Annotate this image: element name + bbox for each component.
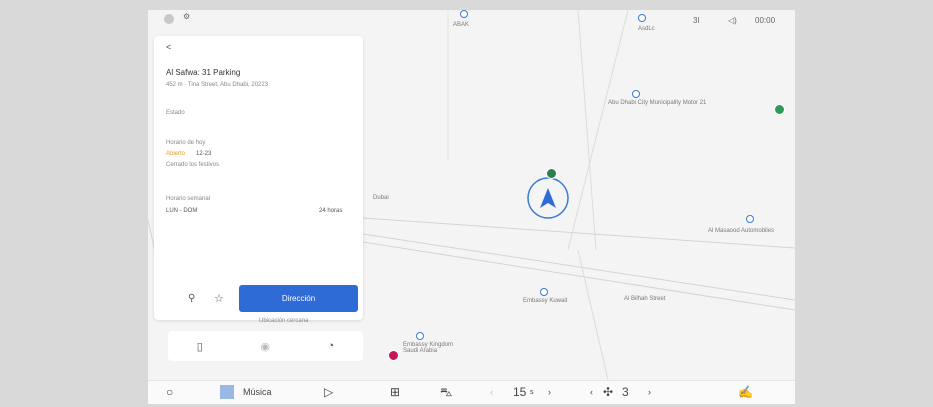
clock: 00:00 bbox=[755, 16, 776, 25]
fan-value: 3 bbox=[622, 385, 629, 399]
map-label: Dubai bbox=[373, 195, 389, 201]
poi-marker[interactable] bbox=[416, 332, 424, 340]
hours-prefix: Abierto bbox=[166, 151, 186, 157]
fan-icon: ✣ bbox=[603, 385, 614, 399]
temp-increase-button[interactable]: › bbox=[548, 387, 551, 397]
temp-left-value: 15 bbox=[513, 385, 527, 399]
settings-icon[interactable]: ⚙ bbox=[183, 12, 190, 21]
search-icon[interactable]: ⚲ bbox=[188, 293, 195, 304]
volume-icon[interactable]: ◁) bbox=[728, 16, 737, 25]
seat-heat-icon[interactable]: ✍ bbox=[738, 385, 753, 399]
map-label: Abu Dhabi City Municipality Motor 21 bbox=[608, 100, 707, 106]
fan-increase-button[interactable]: › bbox=[648, 387, 651, 397]
location-pin-icon[interactable] bbox=[546, 168, 557, 179]
schedule-label: Horario semanal bbox=[166, 196, 211, 202]
map-label: Al Bilhah Street bbox=[624, 296, 666, 302]
poi-marker[interactable] bbox=[540, 288, 548, 296]
bottom-bar: ○ Música ▷ ⊞ ⛍ ‹ 15 s › ‹ ✣ 3 › ✍ bbox=[148, 380, 795, 404]
apps-grid-icon[interactable]: ⊞ bbox=[390, 385, 400, 399]
poi-title: Al Safwa: 31 Parking bbox=[166, 68, 241, 77]
schedule-time: 24 horas bbox=[319, 208, 343, 214]
location-pin-icon[interactable] bbox=[388, 350, 399, 361]
play-icon[interactable]: ▷ bbox=[324, 385, 333, 399]
favorite-star-icon[interactable]: ☆ bbox=[214, 292, 224, 305]
home-icon[interactable]: ○ bbox=[166, 385, 173, 399]
poi-marker[interactable] bbox=[746, 215, 754, 223]
nearby-link[interactable]: Ubicación cercana bbox=[259, 318, 308, 324]
map-label: ABAK bbox=[453, 22, 470, 28]
album-art[interactable] bbox=[220, 385, 234, 399]
poi-address: 452 m · Tina Street, Abu Dhabi, 20223 bbox=[166, 82, 269, 88]
map-label: Embassy Kuwait bbox=[523, 298, 568, 304]
car-display: ABAK AsdLc Abu Dhabi City Municipality M… bbox=[148, 10, 795, 404]
timer-icon[interactable]: ◔ bbox=[328, 340, 335, 352]
map-label: Al Masaood Automobiles bbox=[708, 228, 775, 234]
poi-marker[interactable] bbox=[638, 14, 646, 22]
map-label: AsdLc bbox=[638, 26, 655, 32]
quick-actions: ▯ ◉ ◔ bbox=[168, 331, 363, 361]
hours-note: Cerrado los festivos bbox=[166, 162, 220, 168]
hours-label: Horario de hoy bbox=[166, 140, 206, 146]
temp-left-unit: s bbox=[530, 389, 534, 396]
schedule-days: LUN - DOM bbox=[166, 208, 198, 214]
power-icon[interactable]: ◉ bbox=[260, 340, 270, 353]
temp-decrease-button[interactable]: ‹ bbox=[490, 387, 493, 397]
directions-button[interactable]: Dirección bbox=[239, 285, 358, 312]
signal-icon: 3l bbox=[693, 16, 700, 25]
hours-value: 12-23 bbox=[196, 151, 212, 157]
poi-detail-panel: < Al Safwa: 31 Parking 452 m · Tina Stre… bbox=[154, 36, 363, 324]
music-label[interactable]: Música bbox=[243, 387, 272, 397]
poi-marker[interactable] bbox=[632, 90, 640, 98]
back-button[interactable]: < bbox=[166, 42, 171, 52]
map-label: Embassy Kingdom Saudi Arabia bbox=[403, 342, 454, 354]
fan-decrease-button[interactable]: ‹ bbox=[590, 387, 593, 397]
location-pin-icon[interactable] bbox=[774, 104, 785, 115]
poi-marker[interactable] bbox=[460, 10, 468, 18]
car-icon[interactable]: ⛍ bbox=[440, 385, 452, 401]
profile-icon[interactable] bbox=[164, 14, 174, 24]
phone-icon[interactable]: ▯ bbox=[197, 340, 203, 353]
status-label: Estado bbox=[166, 110, 185, 116]
